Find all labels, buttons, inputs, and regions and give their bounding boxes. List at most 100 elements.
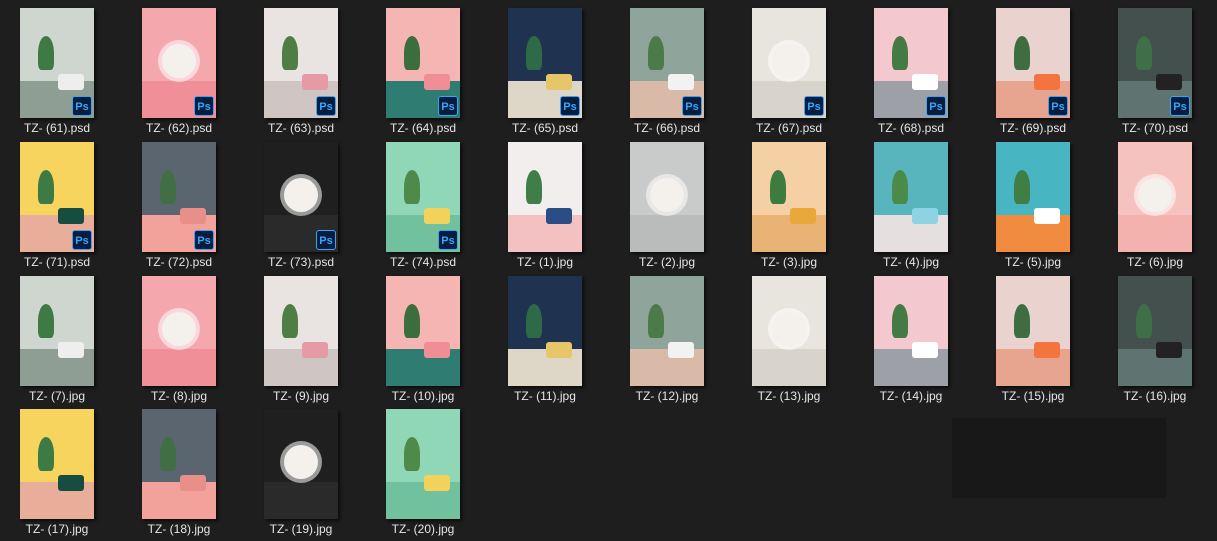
file-name: TZ- (2).jpg [638, 255, 695, 269]
furniture-graphic [668, 74, 694, 90]
file-name: TZ- (68).psd [877, 121, 944, 135]
file-item[interactable]: TZ- (15).jpg [972, 276, 1094, 408]
file-item[interactable]: Ps TZ- (65).psd [484, 8, 606, 140]
plant-graphic [526, 304, 542, 338]
plant-graphic [892, 36, 908, 70]
file-item[interactable]: TZ- (2).jpg [606, 142, 728, 274]
file-name: TZ- (19).jpg [269, 522, 333, 536]
file-item[interactable]: Ps TZ- (70).psd [1094, 8, 1216, 140]
file-thumbnail[interactable] [508, 142, 582, 252]
file-item[interactable]: Ps TZ- (66).psd [606, 8, 728, 140]
file-thumbnail[interactable] [264, 276, 338, 386]
furniture-graphic [790, 208, 816, 224]
file-thumbnail[interactable] [386, 276, 460, 386]
file-item[interactable]: TZ- (20).jpg [362, 409, 484, 541]
file-item[interactable]: TZ- (1).jpg [484, 142, 606, 274]
file-item[interactable]: TZ- (14).jpg [850, 276, 972, 408]
file-item[interactable]: TZ- (19).jpg [240, 409, 362, 541]
furniture-graphic [58, 475, 84, 491]
furniture-graphic [424, 342, 450, 358]
file-thumbnail[interactable]: Ps [142, 142, 216, 252]
furniture-graphic [424, 208, 450, 224]
file-item[interactable]: Ps TZ- (61).psd [0, 8, 118, 140]
file-thumbnail[interactable] [508, 276, 582, 386]
file-item[interactable]: TZ- (13).jpg [728, 276, 850, 408]
file-thumbnail[interactable]: Ps [996, 8, 1070, 118]
file-thumbnail[interactable] [996, 142, 1070, 252]
file-thumbnail[interactable] [1118, 276, 1192, 386]
file-item[interactable]: Ps TZ- (74).psd [362, 142, 484, 274]
plant-graphic [282, 36, 298, 70]
file-thumbnail[interactable]: Ps [630, 8, 704, 118]
file-thumbnail[interactable] [630, 142, 704, 252]
file-name: TZ- (12).jpg [635, 389, 699, 403]
file-thumbnail[interactable] [20, 409, 94, 519]
file-item[interactable]: TZ- (4).jpg [850, 142, 972, 274]
file-thumbnail[interactable]: Ps [752, 8, 826, 118]
file-item[interactable]: TZ- (16).jpg [1094, 276, 1216, 408]
file-item[interactable]: TZ- (11).jpg [484, 276, 606, 408]
file-thumbnail[interactable]: Ps [386, 8, 460, 118]
file-name: TZ- (66).psd [633, 121, 700, 135]
file-thumbnail[interactable]: Ps [1118, 8, 1192, 118]
file-name: TZ- (14).jpg [879, 389, 943, 403]
furniture-graphic [58, 74, 84, 90]
file-item[interactable]: Ps TZ- (68).psd [850, 8, 972, 140]
file-item[interactable]: Ps TZ- (62).psd [118, 8, 240, 140]
file-item[interactable]: TZ- (9).jpg [240, 276, 362, 408]
photoshop-icon: Ps [926, 96, 946, 116]
empty-area [952, 418, 1166, 498]
file-name: TZ- (64).psd [389, 121, 456, 135]
file-item[interactable]: Ps TZ- (73).psd [240, 142, 362, 274]
file-item[interactable]: TZ- (6).jpg [1094, 142, 1216, 274]
file-thumbnail[interactable]: Ps [20, 142, 94, 252]
file-thumbnail[interactable]: Ps [874, 8, 948, 118]
file-item[interactable]: Ps TZ- (69).psd [972, 8, 1094, 140]
file-thumbnail[interactable] [752, 142, 826, 252]
file-thumbnail[interactable] [1118, 142, 1192, 252]
plate-graphic [772, 44, 806, 78]
file-name: TZ- (10).jpg [391, 389, 455, 403]
file-item[interactable]: TZ- (17).jpg [0, 409, 118, 541]
file-thumbnail[interactable]: Ps [264, 142, 338, 252]
file-name: TZ- (72).psd [145, 255, 212, 269]
file-name: TZ- (67).psd [755, 121, 822, 135]
file-item[interactable]: TZ- (8).jpg [118, 276, 240, 408]
file-thumbnail[interactable] [142, 409, 216, 519]
file-thumbnail[interactable]: Ps [264, 8, 338, 118]
file-item[interactable]: Ps TZ- (67).psd [728, 8, 850, 140]
file-thumbnail[interactable]: Ps [142, 8, 216, 118]
file-thumbnail[interactable] [630, 276, 704, 386]
file-thumbnail[interactable]: Ps [386, 142, 460, 252]
plant-graphic [160, 170, 176, 204]
file-item[interactable]: Ps TZ- (71).psd [0, 142, 118, 274]
file-thumbnail[interactable] [386, 409, 460, 519]
file-item[interactable]: Ps TZ- (63).psd [240, 8, 362, 140]
file-thumbnail[interactable] [142, 276, 216, 386]
file-name: TZ- (69).psd [999, 121, 1066, 135]
file-thumbnail[interactable] [874, 276, 948, 386]
furniture-graphic [1156, 74, 1182, 90]
file-item[interactable]: TZ- (7).jpg [0, 276, 118, 408]
plant-graphic [1136, 36, 1152, 70]
file-thumbnail[interactable] [264, 409, 338, 519]
file-name: TZ- (18).jpg [147, 522, 211, 536]
file-thumbnail[interactable] [752, 276, 826, 386]
file-item[interactable]: TZ- (10).jpg [362, 276, 484, 408]
furniture-graphic [424, 475, 450, 491]
file-thumbnail[interactable] [874, 142, 948, 252]
file-item[interactable]: TZ- (5).jpg [972, 142, 1094, 274]
file-item[interactable]: Ps TZ- (64).psd [362, 8, 484, 140]
file-thumbnail[interactable]: Ps [20, 8, 94, 118]
file-item[interactable]: Ps TZ- (72).psd [118, 142, 240, 274]
file-thumbnail[interactable]: Ps [508, 8, 582, 118]
file-thumbnail[interactable] [20, 276, 94, 386]
furniture-graphic [302, 74, 328, 90]
photoshop-icon: Ps [72, 96, 92, 116]
file-item[interactable]: TZ- (12).jpg [606, 276, 728, 408]
file-item[interactable]: TZ- (3).jpg [728, 142, 850, 274]
file-thumbnail[interactable] [996, 276, 1070, 386]
file-item[interactable]: TZ- (18).jpg [118, 409, 240, 541]
plant-graphic [648, 304, 664, 338]
plant-graphic [892, 304, 908, 338]
